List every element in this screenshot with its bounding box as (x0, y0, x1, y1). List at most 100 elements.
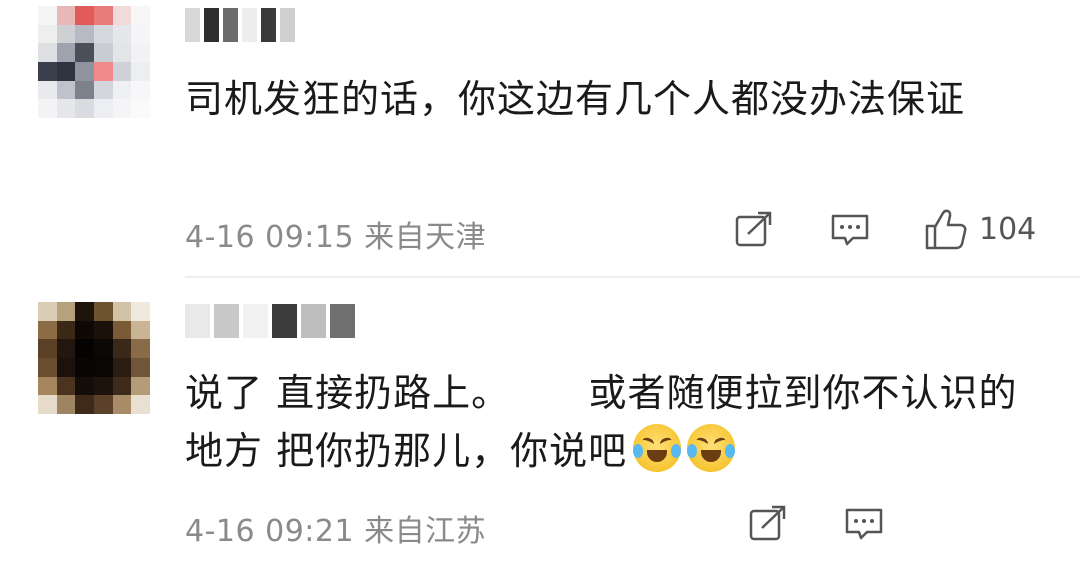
avatar-pixel (112, 376, 132, 396)
avatar-pixel (112, 61, 132, 81)
username-pixel (261, 8, 276, 42)
share-icon (749, 505, 786, 541)
avatar-pixel (112, 320, 132, 340)
avatar-pixel (56, 24, 76, 44)
avatar-pixel (75, 80, 94, 100)
share-button[interactable] (748, 504, 788, 544)
avatar-pixel (131, 80, 150, 100)
avatar-pixel (38, 395, 57, 414)
avatar-pixel (56, 395, 76, 414)
comment-text: 说了 直接扔路上。 或者随便拉到你不认识的 地方 把你扔那儿，你说吧 (185, 364, 1018, 480)
avatar-pixel (56, 43, 76, 62)
avatar-pixel (75, 99, 94, 118)
avatar-pixel (75, 302, 94, 321)
avatar-pixel (131, 99, 150, 118)
avatar-pixel (112, 339, 132, 358)
username-pixel (223, 8, 238, 42)
username-pixel (280, 8, 295, 42)
avatar-pixel (93, 395, 113, 414)
comment-time: 4-16 09:21 (185, 514, 355, 549)
avatar-pixel (38, 99, 57, 118)
avatar-pixel (38, 61, 57, 81)
avatar-pixel (93, 302, 113, 321)
avatar-pixel (112, 357, 132, 377)
avatar-pixel (38, 6, 57, 25)
avatar-pixel (131, 339, 150, 358)
avatar-pixel (75, 6, 94, 25)
username-pixel (243, 304, 268, 338)
avatar-pixel (56, 376, 76, 396)
avatar-pixel (38, 320, 57, 340)
like-count: 104 (979, 211, 1037, 247)
comment-icon (845, 508, 883, 540)
avatar-pixel (75, 339, 94, 358)
username-blurred[interactable] (185, 304, 355, 338)
avatar-pixel (75, 395, 94, 414)
avatar-pixel (38, 339, 57, 358)
username-pixel (272, 304, 297, 338)
comment-meta: 4-16 09:21 来自江苏 (185, 506, 486, 550)
comment-item: 司机发狂的话，你这边有几个人都没办法保证 4-16 09:15 来自天津 104 (0, 0, 1080, 278)
avatar-pixel (112, 80, 132, 100)
avatar-pixel (75, 43, 94, 62)
avatar-pixel (112, 24, 132, 44)
avatar-pixel (38, 43, 57, 62)
avatar-pixel (56, 6, 76, 25)
avatar-pixel (93, 24, 113, 44)
avatar-pixel (75, 61, 94, 81)
comment-time: 4-16 09:15 (185, 220, 355, 255)
avatar-pixel (131, 320, 150, 340)
avatar-pixel (112, 395, 132, 414)
avatar[interactable] (38, 302, 150, 414)
avatar-pixel (56, 61, 76, 81)
laugh-cry-emoji (633, 424, 682, 472)
avatar-pixel (93, 80, 113, 100)
avatar-pixel (93, 61, 113, 81)
avatar-pixel (38, 357, 57, 377)
avatar-pixel (56, 357, 76, 377)
avatar-pixel (75, 357, 94, 377)
avatar-pixel (56, 80, 76, 100)
avatar-pixel (131, 6, 150, 25)
avatar-pixel (112, 6, 132, 25)
avatar-pixel (38, 376, 57, 396)
like-button[interactable]: 104 (923, 206, 1036, 252)
avatar-pixel (93, 339, 113, 358)
comment-location: 来自天津 (364, 220, 487, 255)
username-pixel (301, 304, 326, 338)
thumbs-up-icon (925, 209, 967, 250)
avatar[interactable] (38, 6, 150, 118)
avatar-pixel (131, 61, 150, 81)
username-pixel (330, 304, 355, 338)
comment-meta: 4-16 09:15 来自天津 (185, 212, 486, 256)
avatar-pixel (56, 99, 76, 118)
username-pixel (214, 304, 239, 338)
avatar-pixel (112, 99, 132, 118)
avatar-pixel (75, 320, 94, 340)
avatar-pixel (93, 357, 113, 377)
avatar-pixel (93, 99, 113, 118)
share-icon (735, 211, 772, 247)
reply-button[interactable] (830, 210, 870, 250)
username-pixel (185, 8, 200, 42)
avatar-pixel (131, 357, 150, 377)
share-button[interactable] (734, 210, 774, 250)
username-pixel (242, 8, 257, 42)
reply-button[interactable] (844, 504, 884, 544)
avatar-pixel (56, 320, 76, 340)
comment-text-content: 说了 直接扔路上。 或者随便拉到你不认识的 地方 把你扔那儿，你说吧 (185, 371, 1018, 473)
avatar-pixel (131, 302, 150, 321)
avatar-pixel (112, 43, 132, 62)
avatar-pixel (93, 376, 113, 396)
avatar-pixel (93, 6, 113, 25)
avatar-pixel (93, 43, 113, 62)
avatar-pixel (112, 302, 132, 321)
avatar-pixel (93, 320, 113, 340)
avatar-pixel (56, 302, 76, 321)
laugh-cry-emoji (687, 424, 736, 472)
avatar-pixel (75, 24, 94, 44)
username-pixel (204, 8, 219, 42)
avatar-pixel (38, 24, 57, 44)
username-blurred[interactable] (185, 8, 295, 42)
comment-icon (831, 214, 869, 246)
